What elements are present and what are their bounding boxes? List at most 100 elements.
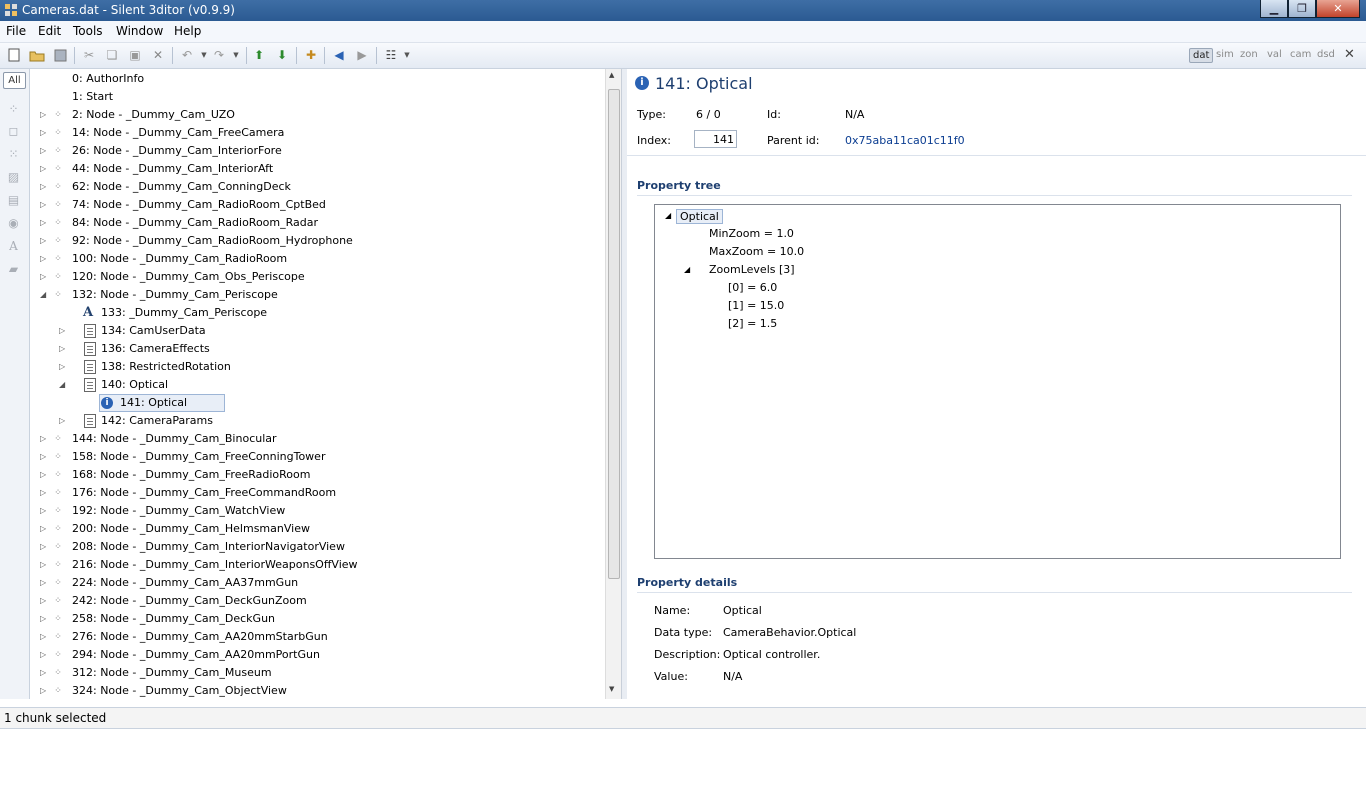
expand-arrow-icon[interactable]: ▷	[40, 250, 46, 268]
expand-arrow-icon[interactable]: ▷	[40, 484, 46, 502]
collapse-arrow-icon[interactable]: ◢	[665, 211, 671, 220]
open-folder-icon[interactable]	[29, 47, 45, 63]
expand-arrow-icon[interactable]: ▷	[40, 592, 46, 610]
property-node[interactable]: [0] = 6.0	[728, 281, 777, 294]
tree-item[interactable]: ▷ ⁘ 224: Node - _Dummy_Cam_AA37mmGun	[30, 574, 600, 592]
collapse-arrow-icon[interactable]: ◢	[40, 286, 46, 304]
expand-arrow-icon[interactable]: ▷	[40, 682, 46, 699]
expand-arrow-icon[interactable]: ▷	[40, 430, 46, 448]
add-chunk-icon[interactable]: ✚	[303, 47, 319, 63]
property-node[interactable]: MinZoom = 1.0	[709, 227, 794, 240]
tree-item[interactable]: ▷ 138: RestrictedRotation	[30, 358, 600, 376]
expand-arrow-icon[interactable]: ▷	[40, 502, 46, 520]
tree-item[interactable]: ▷ ⁘ 200: Node - _Dummy_Cam_HelmsmanView	[30, 520, 600, 538]
tree-item[interactable]: 1: Start	[30, 88, 600, 106]
tree-item[interactable]: ▷ ⁘ 158: Node - _Dummy_Cam_FreeConningTowe…	[30, 448, 600, 466]
expand-arrow-icon[interactable]: ▷	[40, 628, 46, 646]
view-tab-sim[interactable]: sim	[1213, 48, 1237, 61]
expand-arrow-icon[interactable]: ▷	[40, 178, 46, 196]
undo-icon[interactable]: ↶	[179, 47, 195, 63]
tree-scrollbar[interactable]: ▲ ▼	[605, 69, 621, 699]
tree-item[interactable]: ▷ ⁘ 144: Node - _Dummy_Cam_Binocular	[30, 430, 600, 448]
tree-item[interactable]: ▷ ⁘ 192: Node - _Dummy_Cam_WatchView	[30, 502, 600, 520]
new-file-icon[interactable]	[6, 47, 22, 63]
tree-item[interactable]: ◢ 140: Optical	[30, 376, 600, 394]
expand-arrow-icon[interactable]: ▷	[40, 664, 46, 682]
expand-arrow-icon[interactable]: ▷	[40, 124, 46, 142]
expand-arrow-icon[interactable]: ▷	[40, 574, 46, 592]
move-up-icon[interactable]: ⬆	[251, 47, 267, 63]
delete-icon[interactable]: ✕	[150, 47, 166, 63]
tree-item[interactable]: ▷ ⁘ 312: Node - _Dummy_Cam_Museum	[30, 664, 600, 682]
expand-arrow-icon[interactable]: ▷	[40, 646, 46, 664]
view-tab-val[interactable]: val	[1264, 48, 1285, 61]
close-button[interactable]: ✕	[1316, 0, 1360, 18]
tree-item[interactable]: ◢ ⁘ 132: Node - _Dummy_Cam_Periscope	[30, 286, 600, 304]
cut-icon[interactable]: ✂	[81, 47, 97, 63]
tree-item[interactable]: ▷ ⁘ 208: Node - _Dummy_Cam_InteriorNavigat…	[30, 538, 600, 556]
filter-all-button[interactable]: All	[3, 72, 26, 89]
expand-arrow-icon[interactable]: ▷	[40, 448, 46, 466]
scroll-up-icon[interactable]: ▲	[609, 71, 614, 79]
tree-item[interactable]: ▷ ⁘ 120: Node - _Dummy_Cam_Obs_Periscope	[30, 268, 600, 286]
property-node[interactable]: Optical	[676, 209, 723, 224]
expand-arrow-icon[interactable]: ▷	[40, 232, 46, 250]
expand-arrow-icon[interactable]: ▷	[40, 538, 46, 556]
expand-arrow-icon[interactable]: ▷	[40, 106, 46, 124]
expand-arrow-icon[interactable]: ▷	[40, 610, 46, 628]
tree-item[interactable]: ▷ ⁘ 2: Node - _Dummy_Cam_UZO	[30, 106, 600, 124]
tree-item[interactable]: ▷ ⁘ 100: Node - _Dummy_Cam_RadioRoom	[30, 250, 600, 268]
tree-item[interactable]: ▷ 134: CamUserData	[30, 322, 600, 340]
save-icon[interactable]	[52, 47, 68, 63]
redo-dropdown-icon[interactable]: ▼	[228, 47, 244, 63]
property-node[interactable]: [2] = 1.5	[728, 317, 777, 330]
tree-item[interactable]: ▷ ⁘ 74: Node - _Dummy_Cam_RadioRoom_CptBed	[30, 196, 600, 214]
menu-window[interactable]: Window	[116, 24, 163, 38]
property-node[interactable]: ZoomLevels [3]	[709, 263, 795, 276]
tree-item[interactable]: ▷ ⁘ 176: Node - _Dummy_Cam_FreeCommandRoom	[30, 484, 600, 502]
tree-item[interactable]: ▷ 136: CameraEffects	[30, 340, 600, 358]
redo-icon[interactable]: ↷	[211, 47, 227, 63]
expand-arrow-icon[interactable]: ▷	[40, 196, 46, 214]
columns-dropdown-icon[interactable]: ▼	[399, 47, 415, 63]
move-down-icon[interactable]: ⬇	[274, 47, 290, 63]
expand-arrow-icon[interactable]: ▷	[40, 556, 46, 574]
undo-dropdown-icon[interactable]: ▼	[196, 47, 212, 63]
tree-item[interactable]: ▷ ⁘ 168: Node - _Dummy_Cam_FreeRadioRoom	[30, 466, 600, 484]
tree-item[interactable]: ▷ ⁘ 84: Node - _Dummy_Cam_RadioRoom_Radar	[30, 214, 600, 232]
filter-material-icon[interactable]: ⁙	[7, 148, 20, 160]
columns-icon[interactable]: ☷	[383, 47, 399, 63]
collapse-arrow-icon[interactable]: ◢	[684, 265, 690, 274]
menu-tools[interactable]: Tools	[73, 24, 103, 38]
filter-controller-icon[interactable]: ◉	[7, 217, 20, 229]
scroll-down-icon[interactable]: ▼	[609, 685, 614, 693]
tree-item[interactable]: ▷ ⁘ 276: Node - _Dummy_Cam_AA20mmStarbGun	[30, 628, 600, 646]
tree-item[interactable]: ▷ ⁘ 26: Node - _Dummy_Cam_InteriorFore	[30, 142, 600, 160]
parent-id-link[interactable]: 0x75aba11ca01c11f0	[845, 134, 965, 147]
filter-box-icon[interactable]: ◻	[7, 125, 20, 137]
maximize-button[interactable]: ❐	[1288, 0, 1316, 18]
expand-arrow-icon[interactable]: ▷	[59, 358, 65, 376]
tree-item[interactable]: i 141: Optical	[30, 394, 600, 412]
property-tree[interactable]: ◢ Optical MinZoom = 1.0 MaxZoom = 10.0 ◢ Zoom…	[654, 204, 1341, 559]
forward-icon[interactable]: ▶	[354, 47, 370, 63]
tree-item[interactable]: ▷ ⁘ 92: Node - _Dummy_Cam_RadioRoom_Hydrop…	[30, 232, 600, 250]
expand-arrow-icon[interactable]: ▷	[40, 214, 46, 232]
filter-label-icon[interactable]: A	[7, 240, 20, 252]
filter-node-icon[interactable]: ⁘	[7, 103, 20, 115]
tree-item[interactable]: ▷ 142: CameraParams	[30, 412, 600, 430]
view-tab-cam[interactable]: cam	[1287, 48, 1314, 61]
expand-arrow-icon[interactable]: ▷	[59, 340, 65, 358]
tree-item[interactable]: ▷ ⁘ 258: Node - _Dummy_Cam_DeckGun	[30, 610, 600, 628]
expand-arrow-icon[interactable]: ▷	[40, 268, 46, 286]
tree-item[interactable]: ▷ ⁘ 62: Node - _Dummy_Cam_ConningDeck	[30, 178, 600, 196]
expand-arrow-icon[interactable]: ▷	[59, 322, 65, 340]
tree-item[interactable]: 0: AuthorInfo	[30, 70, 600, 88]
menu-edit[interactable]: Edit	[38, 24, 61, 38]
expand-arrow-icon[interactable]: ▷	[59, 412, 65, 430]
filter-document-icon[interactable]: ▤	[7, 194, 20, 206]
scroll-thumb[interactable]	[608, 89, 620, 579]
collapse-arrow-icon[interactable]: ◢	[59, 376, 65, 394]
view-tab-dat[interactable]: dat	[1189, 48, 1214, 63]
property-node[interactable]: [1] = 15.0	[728, 299, 784, 312]
